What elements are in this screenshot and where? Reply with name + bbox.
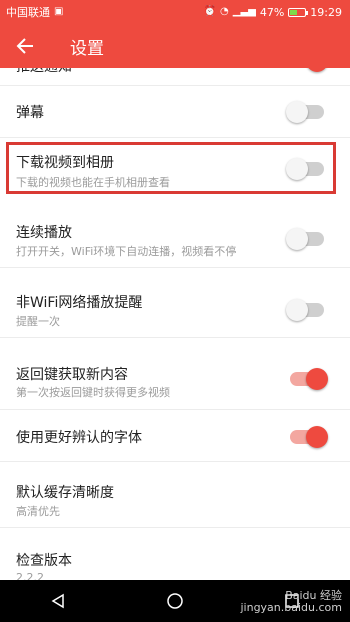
setting-subtitle: 提醒一次 [16, 315, 60, 328]
status-bar: 中国联通 ▣ ⏰ ◔ ▁▃▅ 47% 19:29 [0, 0, 350, 24]
setting-title: 使用更好辨认的字体 [16, 430, 142, 446]
nav-back-button[interactable] [28, 580, 88, 622]
setting-readable-font[interactable]: 使用更好辨认的字体 [0, 410, 350, 462]
setting-title: 弹幕 [16, 105, 44, 121]
autoplay-toggle[interactable] [286, 228, 324, 250]
circle-home-icon [167, 593, 183, 609]
baidu-watermark: Baidu 经验 jingyan.baidu.com [240, 589, 342, 614]
setting-check-version[interactable]: 检查版本 2.2.2 [0, 528, 350, 580]
setting-cache-quality[interactable]: 默认缓存清晰度 高清优先 [0, 462, 350, 528]
back-button[interactable] [0, 24, 50, 68]
battery-percent: 47% [259, 5, 285, 19]
watermark-line2: jingyan.baidu.com [240, 600, 342, 614]
readable-font-toggle[interactable] [290, 426, 328, 448]
setting-push-notifications[interactable]: 推送通知 [0, 68, 350, 86]
status-time: 19:29 [310, 5, 342, 19]
setting-title: 默认缓存清晰度 [16, 485, 114, 501]
setting-title: 返回键获取新内容 [16, 367, 128, 383]
setting-subtitle: 2.2.2 [16, 571, 44, 580]
triangle-back-icon [51, 593, 65, 609]
setting-subtitle: 第一次按返回键时获得更多视频 [16, 386, 170, 399]
setting-title: 非WiFi网络播放提醒 [16, 295, 143, 311]
setting-title: 检查版本 [16, 553, 72, 569]
setting-title: 连续播放 [16, 225, 72, 241]
signal-icon: ▁▃▅ [232, 6, 256, 17]
setting-danmaku[interactable]: 弹幕 [0, 86, 350, 138]
setting-non-wifi-alert[interactable]: 非WiFi网络播放提醒 提醒一次 [0, 268, 350, 338]
setting-back-refresh[interactable]: 返回键获取新内容 第一次按返回键时获得更多视频 [0, 338, 350, 410]
media-notification-icon: ▣ [54, 6, 64, 17]
non-wifi-alert-toggle[interactable] [286, 299, 324, 321]
back-arrow-icon [16, 38, 33, 54]
setting-subtitle: 高清优先 [16, 505, 60, 518]
alarm-icon: ⏰ [203, 6, 217, 17]
setting-subtitle: 打开开关，WiFi环境下自动连播，视频看不停 [16, 245, 237, 258]
highlight-box [6, 142, 336, 194]
back-refresh-toggle[interactable] [290, 368, 328, 390]
page-title: 设置 [70, 38, 104, 59]
danmaku-toggle[interactable] [286, 101, 324, 123]
app-bar: 设置 [0, 24, 350, 68]
setting-title: 推送通知 [16, 68, 72, 76]
carrier-label: 中国联通 [6, 6, 50, 19]
battery-icon [288, 7, 309, 17]
wifi-icon: ◔ [220, 6, 229, 17]
nav-home-button[interactable] [145, 580, 205, 622]
setting-autoplay[interactable]: 连续播放 打开开关，WiFi环境下自动连播，视频看不停 [0, 198, 350, 268]
